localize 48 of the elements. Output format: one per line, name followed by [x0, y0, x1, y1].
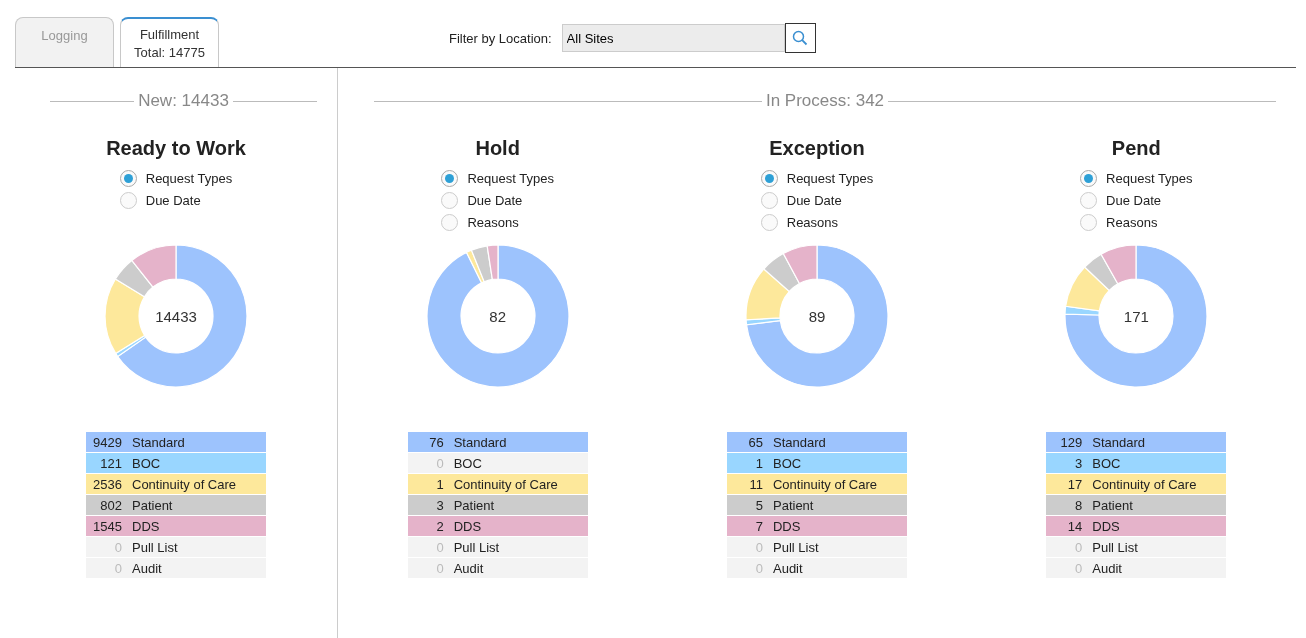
radio-option[interactable]: Request Types: [441, 167, 554, 189]
panel-title: Pend: [1111, 136, 1161, 161]
legend-row: 65 Standard: [727, 432, 907, 452]
legend-row: 14 DDS: [1046, 516, 1227, 536]
panel-title: Exception: [769, 136, 865, 161]
legend-row: 1545 DDS: [86, 516, 266, 536]
legend-row: 129 Standard: [1046, 432, 1227, 452]
legend-row: 0 Pull List: [407, 537, 588, 557]
filter-label: Filter by Location:: [449, 30, 552, 46]
radio-option[interactable]: Request Types: [760, 167, 874, 189]
section-heading: In Process: 342: [764, 91, 886, 111]
section-heading: New: 14433: [137, 91, 230, 111]
legend-row: 1 BOC: [727, 453, 907, 473]
search-icon: [792, 30, 809, 46]
legend-row: 5 Patient: [727, 495, 907, 515]
radio-option[interactable]: Reasons: [441, 211, 554, 233]
legend-row: 802 Patient: [86, 495, 266, 515]
legend-row: 0 BOC: [407, 453, 588, 473]
legend-row: 11 Continuity of Care: [727, 474, 907, 494]
legend-row: 1 Continuity of Care: [407, 474, 588, 494]
chart-total: 14433: [155, 307, 197, 325]
legend-row: 0 Audit: [407, 558, 588, 578]
panel-title: Hold: [475, 136, 520, 161]
chart-total: 82: [489, 307, 506, 325]
radio-option[interactable]: Due Date: [441, 189, 554, 211]
radio-option[interactable]: Request Types: [1080, 167, 1193, 189]
radio-option[interactable]: Due Date: [1080, 189, 1193, 211]
legend-row: 2536 Continuity of Care: [86, 474, 266, 494]
chart-total: 89: [808, 307, 826, 325]
legend-row: 7 DDS: [727, 516, 907, 536]
chart-total: 171: [1123, 307, 1149, 325]
search-button[interactable]: [784, 23, 816, 53]
panel-title: Ready to Work: [106, 136, 246, 161]
radio-option[interactable]: Request Types: [119, 167, 233, 189]
radio-option[interactable]: Reasons: [1080, 211, 1193, 233]
legend-row: 121 BOC: [86, 453, 266, 473]
radio-option[interactable]: Reasons: [760, 211, 874, 233]
location-field[interactable]: All Sites: [561, 24, 785, 52]
legend-row: 3 Patient: [407, 495, 588, 515]
legend-row: 2 DDS: [407, 516, 588, 536]
legend-row: 17 Continuity of Care: [1046, 474, 1227, 494]
legend-row: 3 BOC: [1046, 453, 1227, 473]
legend-row: 8 Patient: [1046, 495, 1227, 515]
tab[interactable]: Fulfillment Total: 14775: [120, 17, 219, 67]
legend-row: 9429 Standard: [86, 432, 266, 452]
legend-row: 76 Standard: [407, 432, 588, 452]
radio-option[interactable]: Due Date: [119, 189, 233, 211]
radio-option[interactable]: Due Date: [760, 189, 874, 211]
